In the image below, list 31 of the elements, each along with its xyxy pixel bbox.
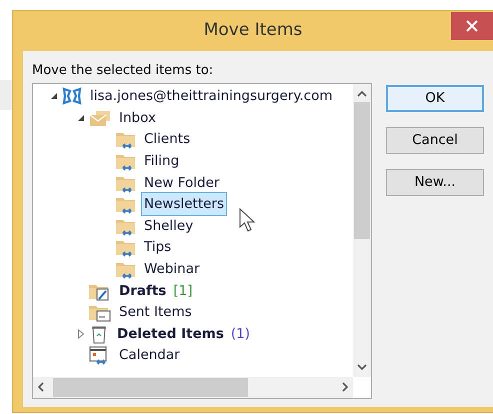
folder-label[interactable]: Calendar — [116, 343, 183, 368]
vertical-scrollbar[interactable] — [353, 84, 371, 376]
horizontal-scrollbar[interactable] — [33, 376, 353, 398]
prompt-label: Move the selected items to: — [32, 62, 214, 80]
folder-label[interactable]: Newsletters — [141, 192, 228, 216]
scroll-down-icon[interactable] — [357, 362, 367, 370]
scroll-up-icon[interactable] — [357, 90, 367, 98]
folder-label[interactable]: lisa.jones@theittrainingsurgery.com — [87, 84, 336, 108]
dialog-button[interactable]: Cancel — [386, 126, 484, 154]
close-button[interactable] — [451, 12, 493, 40]
dialog-button[interactable]: OK — [386, 84, 484, 112]
item-count: (1) — [230, 324, 250, 344]
folder-label[interactable]: Deleted Items — [114, 322, 227, 346]
close-icon — [466, 20, 478, 32]
expanded-arrow-icon[interactable] — [50, 92, 58, 100]
pointer-icon — [239, 208, 256, 233]
window-title: Move Items — [204, 19, 302, 42]
item-count: [1] — [173, 282, 192, 301]
folder-label[interactable]: Shelley — [141, 214, 196, 238]
collapsed-arrow-icon[interactable] — [77, 328, 85, 339]
background-panel — [0, 80, 12, 110]
scroll-right-icon[interactable] — [341, 382, 349, 392]
folder-label[interactable]: Sent Items — [116, 300, 195, 324]
expanded-arrow-icon[interactable] — [77, 114, 85, 122]
scrollbar-thumb[interactable] — [354, 102, 370, 238]
folder-label[interactable]: Drafts — [116, 278, 170, 303]
scrollbar-thumb[interactable] — [53, 378, 248, 396]
account-icon — [61, 86, 83, 106]
dialog-button[interactable]: New... — [386, 168, 484, 196]
folder-label[interactable]: New Folder — [141, 170, 222, 195]
scroll-left-icon[interactable] — [37, 382, 45, 392]
